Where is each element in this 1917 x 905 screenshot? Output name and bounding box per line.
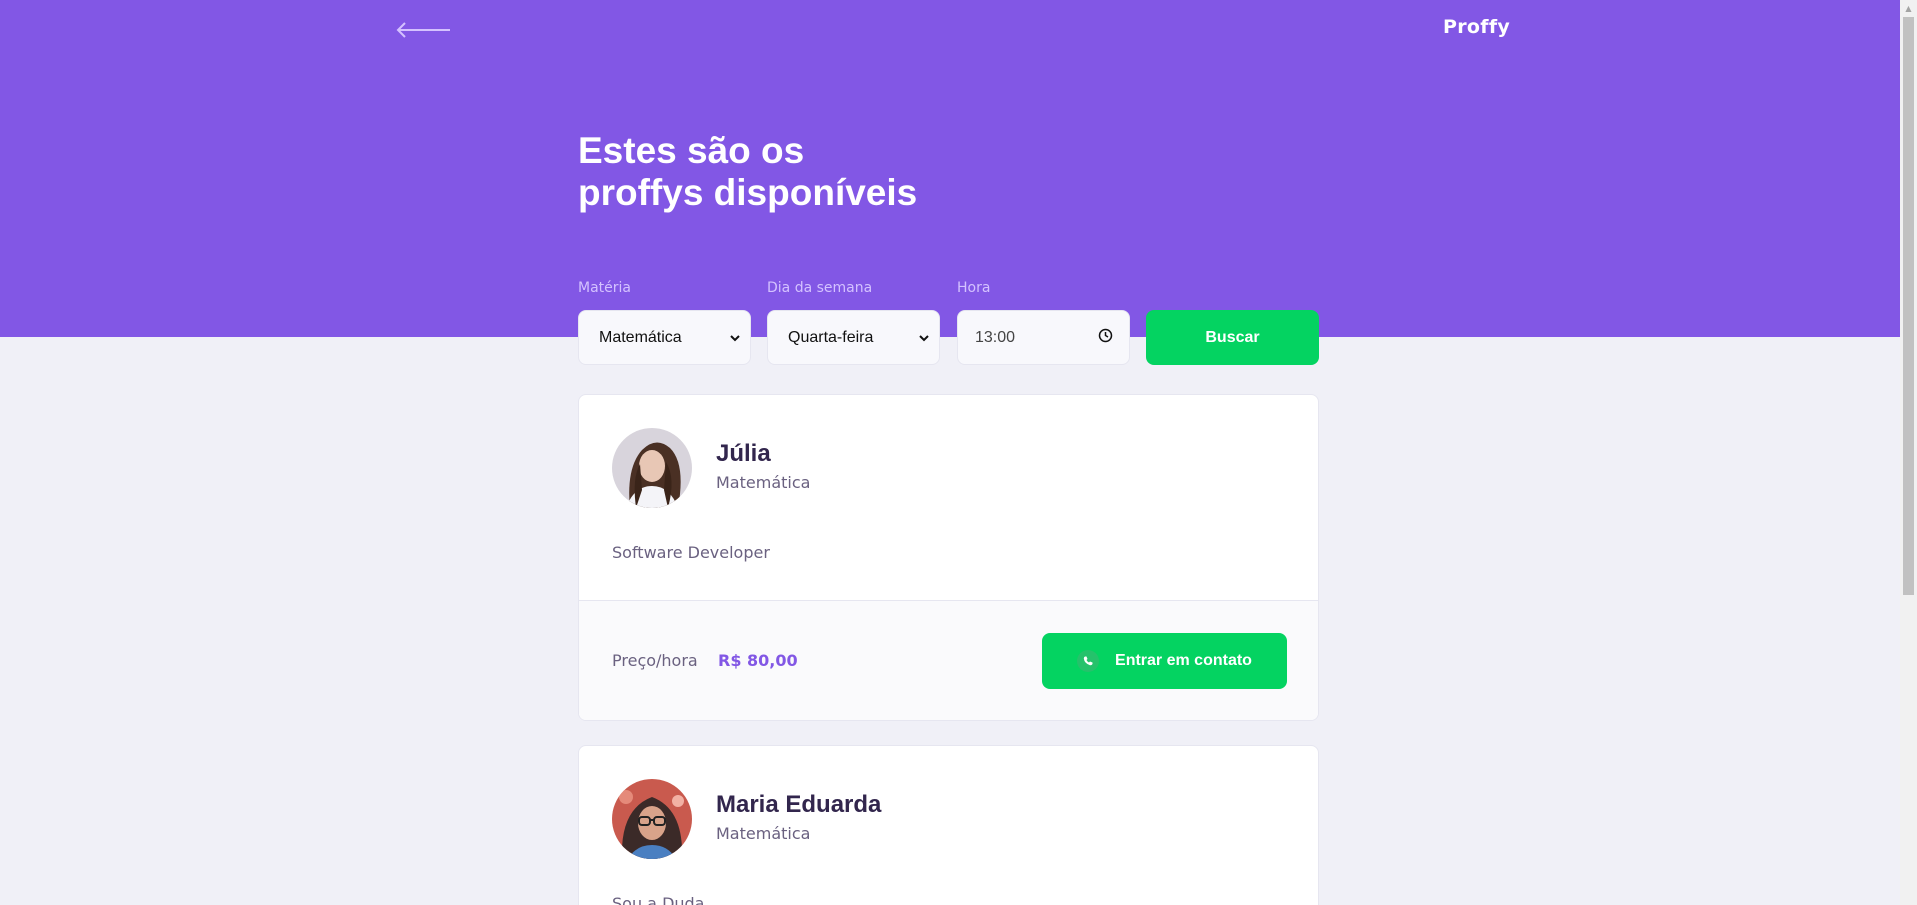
weekday-label: Dia da semana xyxy=(767,280,873,296)
time-input[interactable]: 13:00 xyxy=(957,310,1130,365)
subject-label: Matéria xyxy=(578,280,631,296)
weekday-select[interactable]: Quarta-feira xyxy=(767,310,940,365)
teacher-bio: Software Developer xyxy=(612,543,770,562)
weekday-select-value: Quarta-feira xyxy=(788,328,874,346)
whatsapp-icon xyxy=(1077,650,1100,672)
teacher-subject: Matemática xyxy=(716,824,811,843)
price-value: R$ 80,00 xyxy=(718,651,798,670)
contact-button-label: Entrar em contato xyxy=(1115,652,1252,669)
clock-icon[interactable] xyxy=(1098,328,1113,348)
subject-select[interactable]: Matemática xyxy=(578,310,751,365)
vertical-scrollbar[interactable]: ▲ xyxy=(1900,0,1917,905)
contact-button[interactable]: Entrar em contato xyxy=(1042,633,1287,689)
price-label: Preço/hora xyxy=(612,651,698,670)
page-header: Proffy Estes são os proffys disponíveis … xyxy=(0,0,1900,337)
page-title: Estes são os proffys disponíveis xyxy=(578,130,998,214)
teacher-name: Maria Eduarda xyxy=(716,791,882,818)
teacher-card: Maria Eduarda Matemática Sou a Duda xyxy=(578,745,1319,905)
teacher-card-footer: Preço/hora R$ 80,00 Entrar em contato xyxy=(579,600,1318,720)
page-title-line-1: Estes são os xyxy=(578,130,805,171)
teacher-name: Júlia xyxy=(716,440,771,467)
avatar xyxy=(612,779,692,859)
time-input-value: 13:00 xyxy=(975,328,1016,346)
search-button[interactable]: Buscar xyxy=(1146,310,1319,365)
scrollbar-thumb[interactable] xyxy=(1903,17,1914,595)
scroll-up-arrow-icon[interactable]: ▲ xyxy=(1900,0,1917,17)
teacher-subject: Matemática xyxy=(716,473,811,492)
subject-select-value: Matemática xyxy=(599,328,682,346)
arrow-left-icon xyxy=(396,22,450,38)
time-label: Hora xyxy=(957,280,991,296)
proffy-logo: Proffy xyxy=(1443,16,1511,38)
chevron-down-icon xyxy=(730,331,740,345)
chevron-down-icon xyxy=(919,331,929,345)
teacher-card: Júlia Matemática Software Developer Preç… xyxy=(578,394,1319,721)
page-title-line-2: proffys disponíveis xyxy=(578,172,918,213)
page: Proffy Estes são os proffys disponíveis … xyxy=(0,0,1900,905)
back-link[interactable] xyxy=(396,18,452,42)
avatar xyxy=(612,428,692,508)
teacher-bio: Sou a Duda xyxy=(612,894,705,905)
